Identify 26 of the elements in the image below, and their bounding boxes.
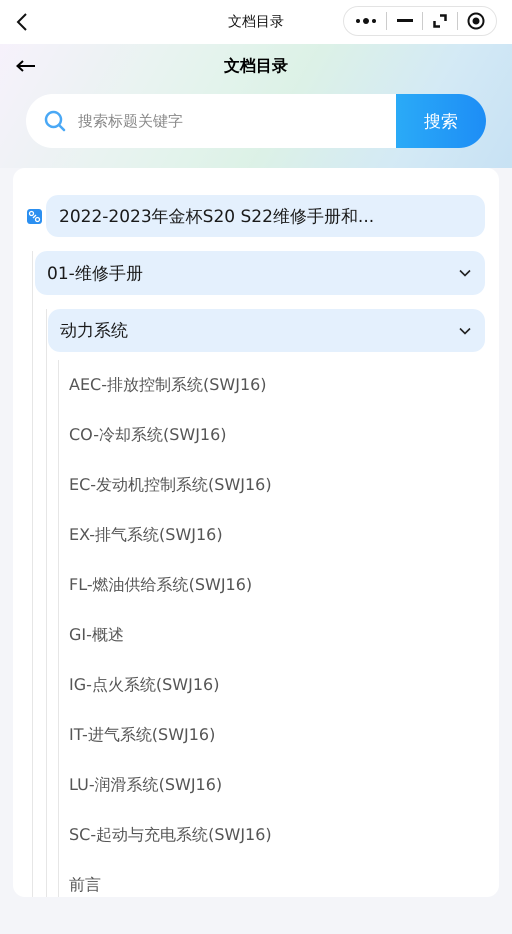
more-icon[interactable] [354, 16, 377, 26]
tree-leaf[interactable]: SC-起动与充电系统(SWJ16) [69, 810, 485, 860]
back-icon[interactable] [16, 12, 28, 32]
record-icon[interactable] [467, 12, 486, 30]
tree-leaf[interactable]: EC-发动机控制系统(SWJ16) [69, 460, 485, 510]
tree-leaf[interactable]: IT-进气系统(SWJ16) [69, 710, 485, 760]
tree-leaf[interactable]: IG-点火系统(SWJ16) [69, 660, 485, 710]
tree-leaf[interactable]: CO-冷却系统(SWJ16) [69, 410, 485, 460]
link-icon [27, 208, 42, 224]
chevron-icon [459, 326, 471, 334]
tree-leaf[interactable]: EX-排气系统(SWJ16) [69, 510, 485, 560]
resize-icon[interactable] [433, 14, 448, 28]
chevron-icon [459, 269, 471, 277]
search-icon [44, 110, 66, 132]
tree-node[interactable]: 动力系统 [48, 309, 485, 352]
tree-node[interactable]: 2022-2023年金杯S20 S22维修手册和... [46, 195, 485, 237]
tree-leaf[interactable]: AEC-排放控制系统(SWJ16) [69, 360, 485, 410]
page-title: 文档目录 [224, 56, 288, 76]
tree-leaf[interactable]: FL-燃油供给系统(SWJ16) [69, 560, 485, 610]
back-arrow-icon[interactable] [16, 60, 36, 72]
tree-leaf[interactable]: LU-润滑系统(SWJ16) [69, 760, 485, 810]
minimize-icon[interactable] [396, 19, 413, 23]
tree-leaf[interactable]: GI-概述 [69, 610, 485, 660]
tree-leaf[interactable]: 前言 [69, 860, 485, 897]
window-title: 文档目录 [228, 13, 284, 31]
tree-node[interactable]: 01-维修手册 [35, 251, 485, 295]
